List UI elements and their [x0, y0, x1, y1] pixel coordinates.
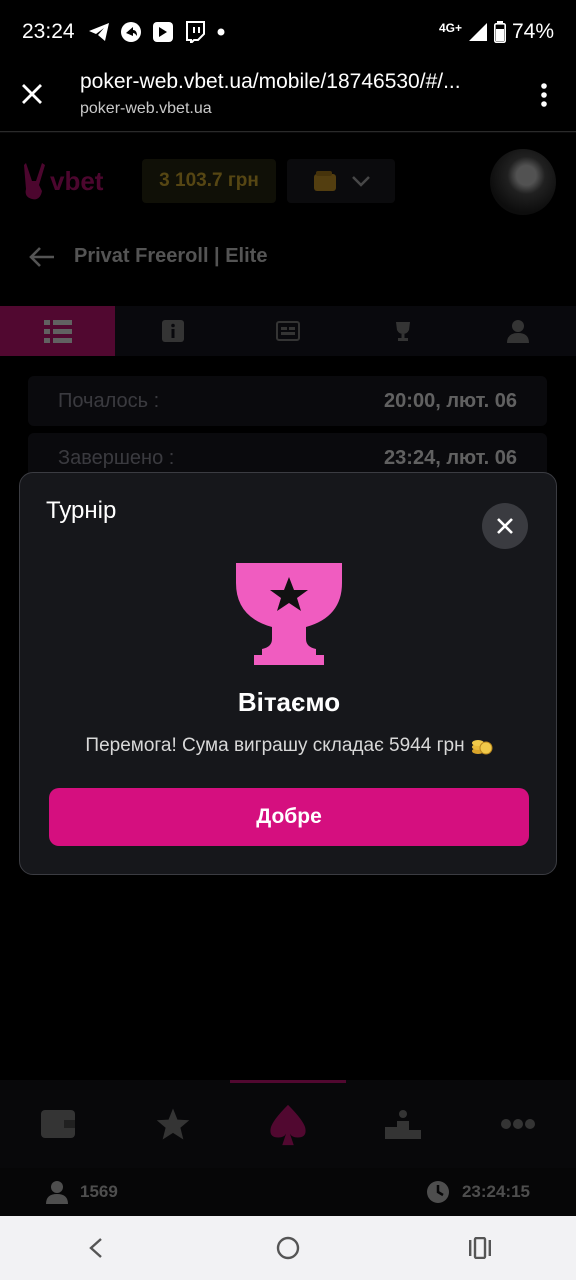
tab-info[interactable] [115, 306, 230, 356]
telegram-icon [89, 23, 109, 41]
tab-players[interactable] [461, 306, 576, 356]
started-value: 20:00, лют. 06 [384, 389, 517, 412]
dialog-heading: Вітаємо [237, 687, 341, 717]
more-horizontal-icon [501, 1119, 536, 1129]
podium-icon [385, 1110, 422, 1139]
user-avatar[interactable] [490, 149, 556, 215]
wallet-icon [40, 1110, 75, 1138]
browser-menu-button[interactable] [536, 82, 552, 113]
back-icon [89, 1238, 102, 1258]
url-text[interactable]: poker-web.vbet.ua/mobile/18746530/#/... [80, 70, 461, 94]
more-vertical-icon [541, 83, 547, 107]
url-domain: poker-web.vbet.ua [80, 100, 212, 117]
close-icon [22, 84, 42, 104]
finished-label: Завершено : [58, 446, 175, 469]
star-icon [156, 1108, 190, 1140]
info-row-started: Почалось : 20:00, лют. 06 [28, 376, 547, 426]
status-time: 23:24 [22, 20, 75, 43]
page-header: Privat Freeroll | Elite [28, 245, 267, 268]
server-clock: 23:24:15 [426, 1180, 530, 1204]
online-players: 1569 [46, 1180, 118, 1204]
dialog-message: Перемога! Сума виграшу складає 5944 грн [85, 735, 465, 756]
user-icon [507, 320, 530, 343]
vbet-logo[interactable]: vbet [22, 161, 103, 201]
wallet-icon [314, 171, 336, 191]
logo-text: vbet [50, 165, 104, 196]
nav-favorites[interactable] [115, 1080, 230, 1168]
nav-leaderboard[interactable] [346, 1080, 461, 1168]
info-icon [161, 320, 184, 342]
close-tab-button[interactable] [20, 82, 44, 111]
tab-list[interactable] [0, 306, 116, 356]
battery-icon [493, 21, 506, 43]
coins-icon [471, 740, 493, 755]
recents-button[interactable] [450, 1223, 510, 1273]
tab-table[interactable] [230, 306, 345, 356]
balance-display[interactable]: 3 103.7 грн [142, 159, 276, 203]
page-title: Privat Freeroll | Elite [74, 245, 268, 267]
battery-percent: 74% [511, 20, 554, 43]
spade-icon [270, 1104, 306, 1145]
nav-more[interactable] [461, 1080, 576, 1168]
dot-icon [217, 28, 225, 36]
app-footer: 1569 23:24:15 [0, 1168, 576, 1216]
nav-wallet[interactable] [0, 1080, 115, 1168]
app-notification-icon [153, 22, 173, 42]
signal-icon [468, 23, 487, 41]
tournament-result-dialog: Турнір Вітаємо Перемога! Сума виграшу ск… [19, 472, 557, 875]
home-circle-icon [276, 1236, 300, 1260]
user-icon [46, 1181, 68, 1204]
dialog-message-row: Перемога! Сума виграшу складає 5944 грн [20, 735, 558, 757]
ok-button[interactable]: Добре [49, 788, 529, 846]
wallet-dropdown[interactable] [287, 159, 395, 203]
players-count: 1569 [80, 1182, 118, 1201]
chevron-down-icon [352, 176, 370, 187]
clock-time: 23:24:15 [461, 1182, 530, 1201]
back-arrow-icon[interactable] [28, 246, 56, 268]
recents-icon [469, 1237, 491, 1259]
dialog-close-button[interactable] [482, 503, 528, 549]
trophy-icon [396, 322, 411, 341]
list-icon [43, 320, 72, 343]
nav-poker[interactable] [230, 1080, 346, 1168]
clock-icon [426, 1181, 449, 1203]
trophy-icon [236, 563, 342, 665]
status-right: 4G+ 74% [439, 20, 554, 44]
started-label: Почалось : [58, 389, 160, 412]
tab-prizes[interactable] [346, 306, 461, 356]
finished-value: 23:24, лют. 06 [384, 446, 517, 469]
browser-toolbar: poker-web.vbet.ua/mobile/18746530/#/... … [0, 64, 576, 132]
victory-hand-icon [24, 163, 45, 200]
network-type: 4G+ [438, 21, 462, 35]
dialog-title: Турнір [46, 497, 117, 524]
card-icon [276, 321, 300, 341]
system-nav-bar [0, 1216, 576, 1280]
home-button[interactable] [258, 1223, 318, 1273]
tournament-tabs [0, 306, 576, 356]
twitch-icon [186, 21, 205, 43]
close-icon [497, 518, 513, 534]
bottom-nav [0, 1080, 576, 1168]
status-bar: 23:24 4G+ 74% [0, 0, 576, 64]
notification-icons [88, 21, 226, 43]
back-button[interactable] [66, 1223, 126, 1273]
share-icon [121, 22, 141, 42]
